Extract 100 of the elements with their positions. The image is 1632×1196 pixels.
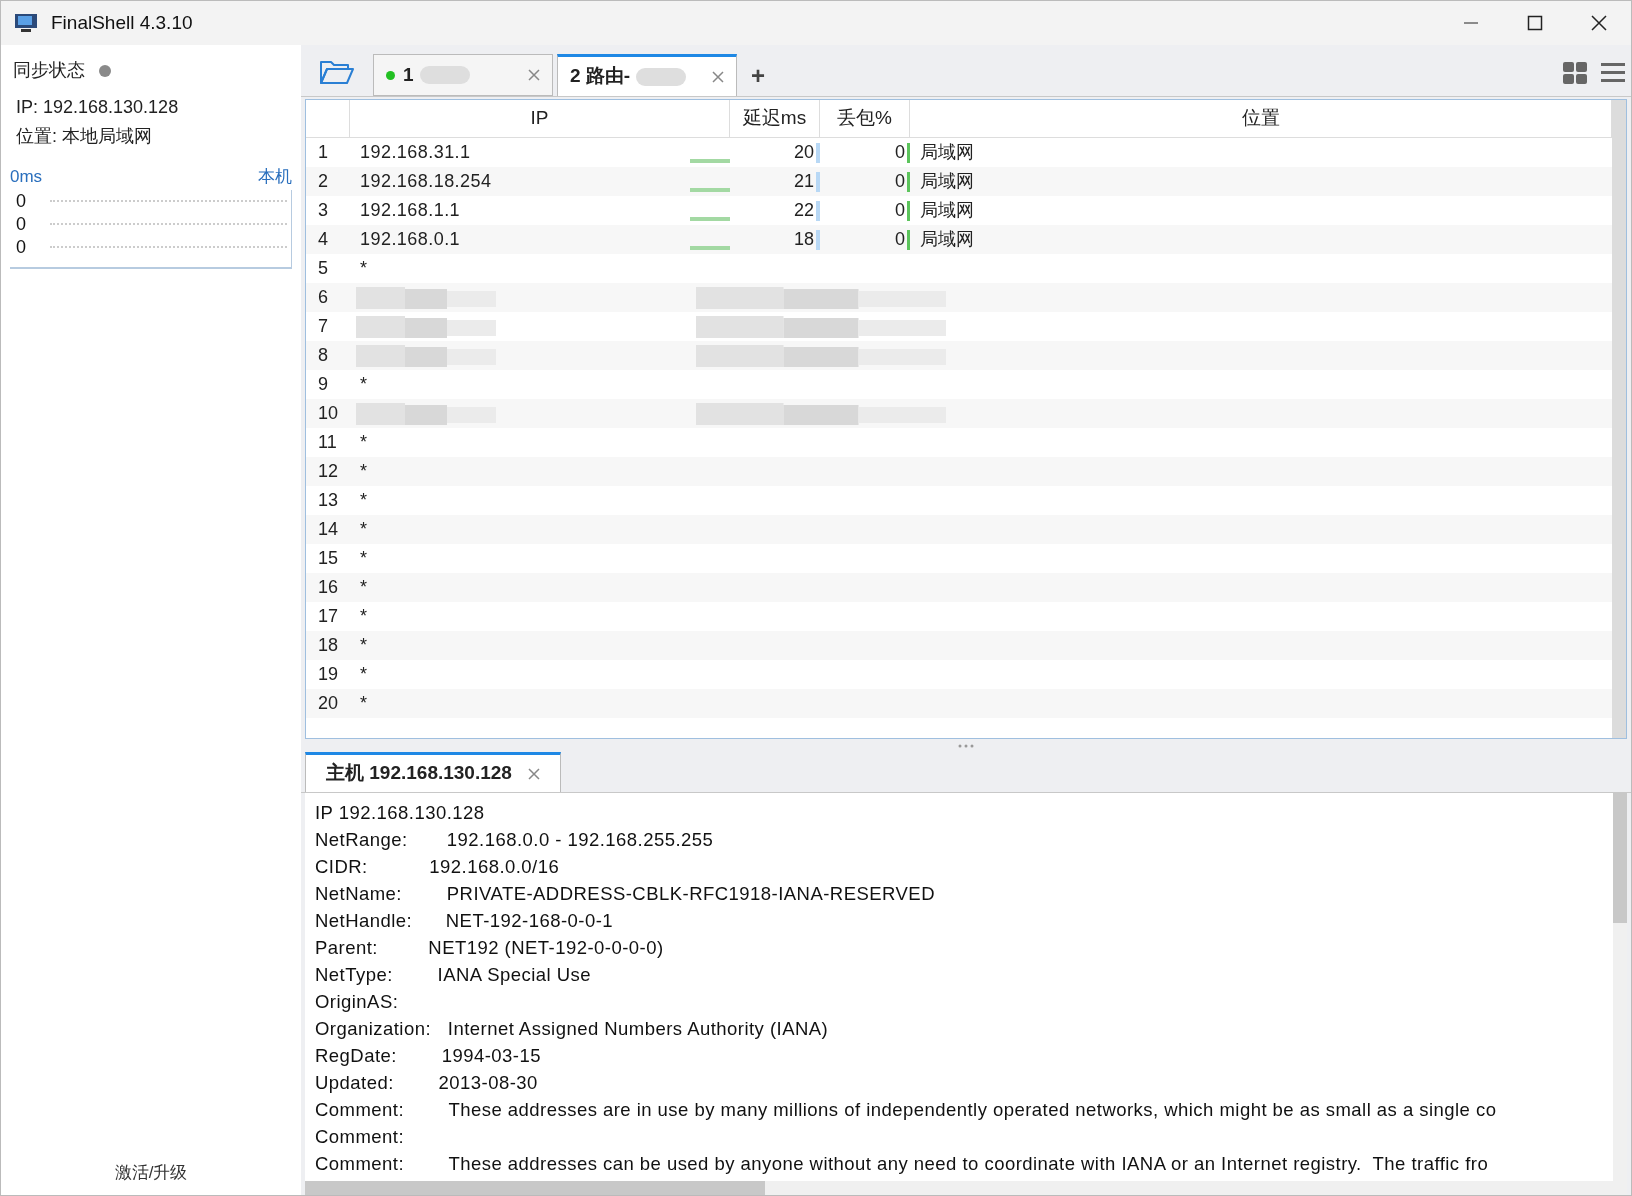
- chart-host: 本机: [258, 166, 292, 188]
- whois-line: Updated: 2013-08-30: [315, 1071, 539, 1095]
- local-location: 位置: 本地局域网: [16, 125, 153, 148]
- ip-cell-text: *: [359, 460, 367, 483]
- ip-cell-text: *: [359, 634, 367, 657]
- row-number: 13: [317, 489, 340, 512]
- whois-line: Comment:: [315, 1125, 406, 1149]
- row-number: 11: [317, 431, 338, 454]
- row-number: 12: [317, 460, 340, 483]
- loss-cell-text: 0: [895, 170, 906, 193]
- activate-upgrade-link[interactable]: 激活/升级: [114, 1159, 188, 1185]
- latency-cell-text: 18: [793, 228, 815, 251]
- ip-cell-text: *: [359, 257, 367, 280]
- row-number: 9: [317, 373, 329, 396]
- whois-line: Comment: These addresses can be used by anyone without any need to coordinate with IANA or an Internet registry. The traffic fro: [315, 1152, 1490, 1176]
- ip-cell-text: *: [359, 431, 367, 454]
- latency-marker: [816, 229, 820, 250]
- location-cell-text: 局域网: [919, 141, 974, 164]
- ip-cell-text: 192.168.18.254: [359, 170, 492, 193]
- whois-line: OriginAS:: [315, 990, 400, 1014]
- chart-value: 0: [15, 212, 27, 236]
- loss-cell-text: 0: [895, 228, 906, 251]
- latency-cell-text: 20: [793, 141, 815, 164]
- close-icon[interactable]: [1591, 15, 1607, 31]
- ip-cell-text: *: [359, 518, 367, 541]
- ip-cell-text: *: [359, 547, 367, 570]
- ip-cell-text: *: [359, 373, 367, 396]
- whois-line: NetName: PRIVATE-ADDRESS-CBLK-RFC1918-IANA-RESERVED: [315, 882, 936, 906]
- row-number: 15: [317, 547, 340, 570]
- whois-line: NetHandle: NET-192-168-0-0-1: [315, 909, 615, 933]
- whois-line: Parent: NET192 (NET-192-0-0-0-0): [315, 936, 665, 960]
- new-tab-button[interactable]: +: [741, 56, 775, 96]
- whois-line: RegDate: 1994-03-15: [315, 1044, 542, 1068]
- loss-cell-text: 0: [895, 199, 906, 222]
- row-number: 14: [317, 518, 340, 541]
- latency-marker: [816, 200, 820, 221]
- scrollbar[interactable]: [305, 1181, 765, 1195]
- row-number: 8: [317, 344, 329, 367]
- ip-cell-text: 192.168.0.1: [359, 228, 461, 251]
- column-header[interactable]: 丢包%: [820, 100, 910, 137]
- sync-status-label: 同步状态: [13, 59, 85, 82]
- column-header[interactable]: 延迟ms: [730, 100, 820, 137]
- whois-line: NetRange: 192.168.0.0 - 192.168.255.255: [315, 828, 715, 852]
- row-number: 5: [317, 257, 329, 280]
- splitter-handle-icon[interactable]: [957, 744, 975, 748]
- loss-cell-text: 0: [895, 141, 906, 164]
- row-number: 17: [317, 605, 340, 628]
- close-tab-icon[interactable]: [527, 767, 540, 780]
- loss-marker: [907, 229, 910, 250]
- close-tab-icon[interactable]: [712, 70, 724, 83]
- latency-bar: [690, 246, 730, 250]
- latency-bar: [690, 188, 730, 192]
- latency-bar: [690, 159, 730, 163]
- ip-cell-text: *: [359, 692, 367, 715]
- ip-cell-text: *: [359, 576, 367, 599]
- column-header[interactable]: IP: [350, 100, 730, 137]
- close-tab-icon[interactable]: [528, 69, 540, 81]
- location-cell-text: 局域网: [919, 228, 974, 251]
- scrollbar[interactable]: [1613, 793, 1627, 923]
- scrollbar[interactable]: [1612, 100, 1626, 738]
- loss-marker: [907, 171, 910, 192]
- location-cell-text: 局域网: [919, 199, 974, 222]
- window-title: FinalShell 4.3.10: [51, 10, 193, 35]
- maximize-icon[interactable]: [1527, 15, 1543, 31]
- row-number: 4: [317, 228, 329, 251]
- location-cell-text: 局域网: [919, 170, 974, 193]
- app-icon: [13, 12, 39, 34]
- ip-cell-text: *: [359, 663, 367, 686]
- ip-cell-text: 192.168.31.1: [359, 141, 471, 164]
- whois-line: Comment: These addresses are in use by many millions of independently operated networks, which might be as small as a single co: [315, 1098, 1498, 1122]
- latency-bar: [690, 217, 730, 221]
- row-number: 10: [317, 402, 340, 425]
- tab[interactable]: 2 路由-: [557, 54, 737, 96]
- whois-line: CIDR: 192.168.0.0/16: [315, 855, 561, 879]
- row-number: 7: [317, 315, 329, 338]
- row-number: 16: [317, 576, 340, 599]
- row-number: 2: [317, 170, 329, 193]
- loss-marker: [907, 142, 910, 163]
- chart-value: 0: [15, 235, 27, 259]
- loss-marker: [907, 200, 910, 221]
- row-number: 18: [317, 634, 340, 657]
- whois-line: Organization: Internet Assigned Numbers Authority (IANA): [315, 1017, 830, 1041]
- tab[interactable]: 1: [373, 54, 553, 96]
- row-number: 20: [317, 692, 340, 715]
- ip-cell-text: *: [359, 489, 367, 512]
- row-number: 6: [317, 286, 329, 309]
- folder-icon[interactable]: [319, 58, 355, 86]
- row-number: 1: [317, 141, 329, 164]
- row-number: 3: [317, 199, 329, 222]
- row-number: 19: [317, 663, 340, 686]
- chart-unit: 0ms: [10, 166, 43, 188]
- menu-icon[interactable]: [1601, 63, 1625, 83]
- local-ip: IP: 192.168.130.128: [16, 96, 180, 119]
- whois-line: NetType: IANA Special Use: [315, 963, 592, 987]
- latency-cell-text: 22: [793, 199, 815, 222]
- chart-value: 0: [15, 189, 27, 213]
- latency-marker: [816, 142, 820, 163]
- detail-tab[interactable]: 主机 192.168.130.128: [305, 752, 561, 792]
- grid-view-icon[interactable]: [1563, 62, 1587, 84]
- whois-line: IP 192.168.130.128: [315, 801, 486, 825]
